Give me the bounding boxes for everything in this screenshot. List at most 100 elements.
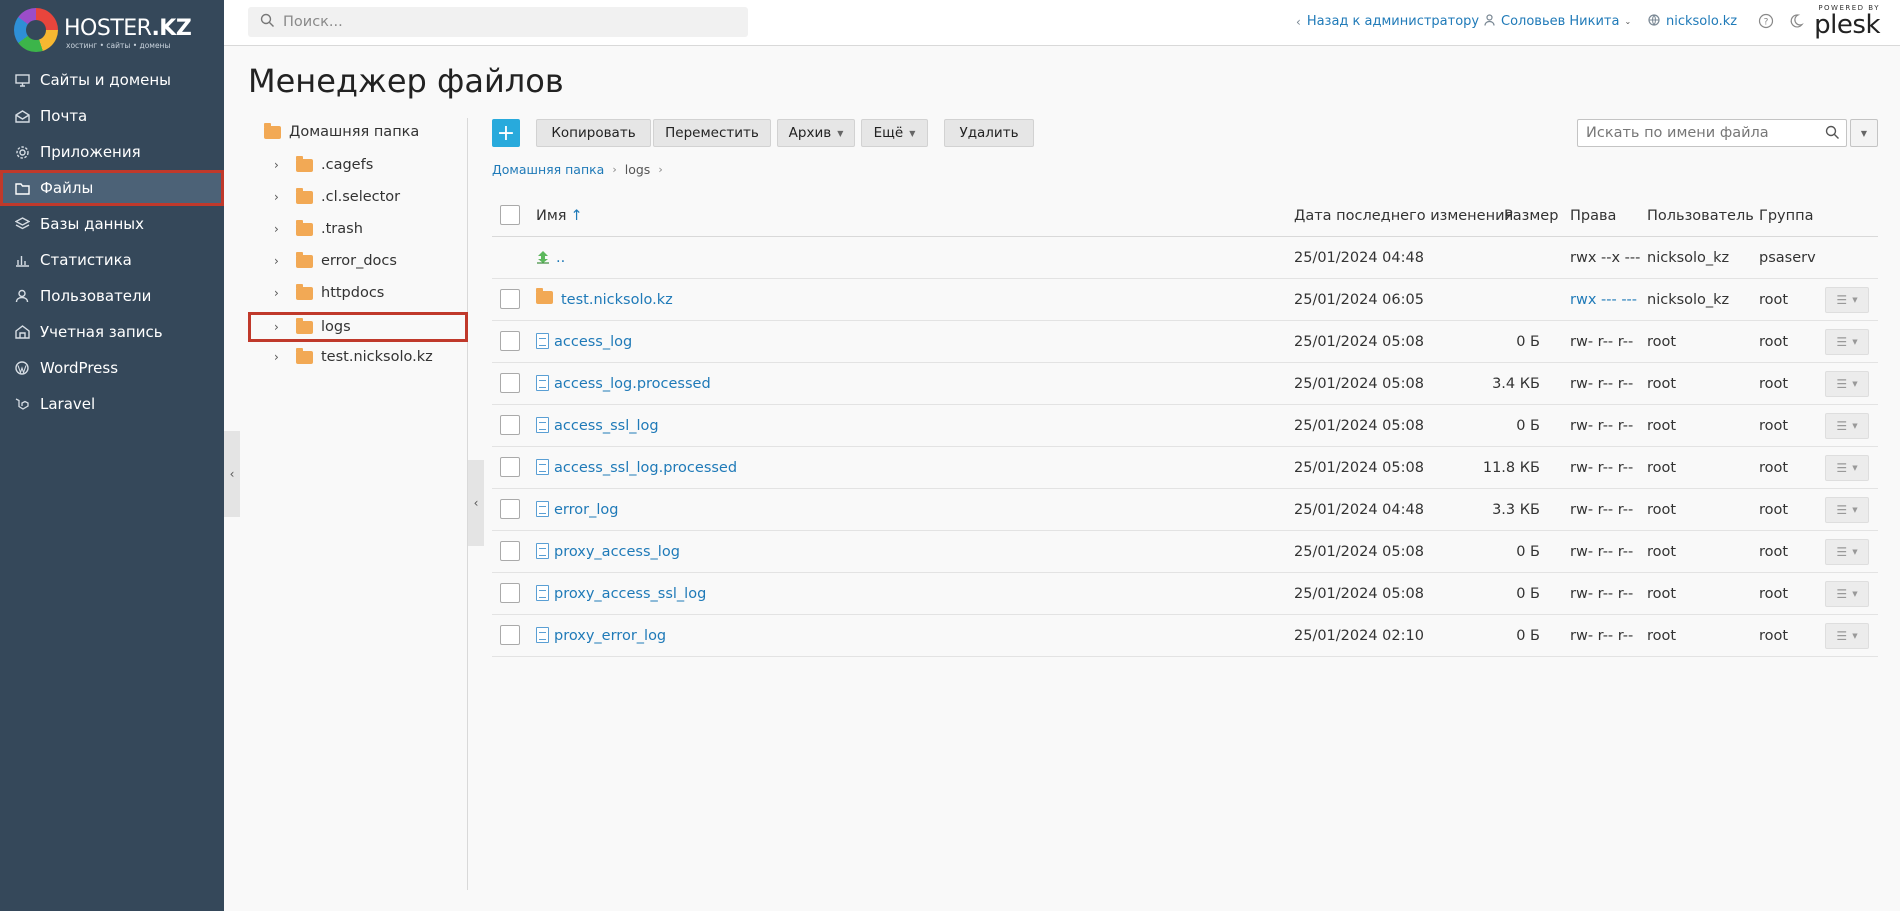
row-name[interactable]: access_log.processed <box>536 375 711 392</box>
sidebar-item-laravel[interactable]: Laravel <box>0 386 224 422</box>
archive-button[interactable]: Архив ▼ <box>777 119 855 147</box>
row-name[interactable]: .. <box>536 250 565 266</box>
row-name[interactable]: proxy_access_log <box>536 543 680 560</box>
tree-root-home[interactable]: Домашняя папка <box>264 122 419 140</box>
row-name[interactable]: proxy_error_log <box>536 627 666 644</box>
sidebar-item-mail[interactable]: Почта <box>0 98 224 134</box>
row-actions-menu[interactable]: ☰ ▼ <box>1825 371 1869 397</box>
row-name[interactable]: error_log <box>536 501 618 518</box>
tree-item-test-nicksolo[interactable]: › test.nicksolo.kz <box>248 342 468 372</box>
row-actions-menu[interactable]: ☰ ▼ <box>1825 581 1869 607</box>
row-checkbox[interactable] <box>500 625 520 645</box>
row-actions-menu[interactable]: ☰ ▼ <box>1825 497 1869 523</box>
monitor-icon <box>14 72 30 88</box>
file-name-link[interactable]: proxy_access_log <box>554 544 680 560</box>
file-name-link[interactable]: error_log <box>554 502 618 518</box>
file-search-input[interactable]: Искать по имени файла <box>1577 119 1847 147</box>
domain-link[interactable]: nicksolo.kz <box>1648 14 1737 29</box>
global-search[interactable]: Поиск... <box>248 7 748 37</box>
table-row[interactable]: access_ssl_log.processed 25/01/2024 05:08… <box>492 447 1878 489</box>
tree-item-error-docs[interactable]: › error_docs <box>248 246 468 276</box>
table-row[interactable]: error_log 25/01/2024 04:48 3.3 КБ rw- r-- r… <box>492 489 1878 531</box>
search-options-dropdown[interactable]: ▼ <box>1850 119 1878 147</box>
tree-item-cl-selector[interactable]: › .cl.selector <box>248 182 468 212</box>
table-row[interactable]: proxy_error_log 25/01/2024 02:10 0 Б rw- r-… <box>492 615 1878 657</box>
theme-toggle-icon[interactable] <box>1788 13 1804 29</box>
delete-button[interactable]: Удалить <box>944 119 1034 147</box>
row-name[interactable]: test.nicksolo.kz <box>536 288 673 308</box>
file-name-link[interactable]: access_ssl_log <box>554 418 659 434</box>
row-name[interactable]: access_ssl_log.processed <box>536 459 737 476</box>
sidebar-item-sites[interactable]: Сайты и домены <box>0 62 224 98</box>
sidebar-item-databases[interactable]: Базы данных <box>0 206 224 242</box>
column-modified[interactable]: Дата последнего изменения <box>1294 208 1513 224</box>
file-name-link[interactable]: .. <box>556 250 565 266</box>
row-checkbox[interactable] <box>500 373 520 393</box>
sidebar-item-apps[interactable]: Приложения <box>0 134 224 170</box>
table-row[interactable]: access_log.processed 25/01/2024 05:08 3.4 … <box>492 363 1878 405</box>
column-group[interactable]: Группа <box>1759 208 1813 224</box>
row-actions-menu[interactable]: ☰ ▼ <box>1825 623 1869 649</box>
row-perms[interactable]: rwx --- --- <box>1570 292 1637 308</box>
column-perms[interactable]: Права <box>1570 208 1616 224</box>
sidebar-item-wordpress[interactable]: WordPress <box>0 350 224 386</box>
tree-item-httpdocs[interactable]: › httpdocs <box>248 278 468 308</box>
row-actions-menu[interactable]: ☰ ▼ <box>1825 287 1869 313</box>
add-button[interactable]: + <box>492 119 520 147</box>
row-checkbox[interactable] <box>500 457 520 477</box>
file-name-link[interactable]: proxy_error_log <box>554 628 666 644</box>
column-user[interactable]: Пользователь <box>1647 208 1754 224</box>
row-checkbox[interactable] <box>500 541 520 561</box>
row-actions-menu[interactable]: ☰ ▼ <box>1825 539 1869 565</box>
row-name[interactable]: proxy_access_ssl_log <box>536 585 706 602</box>
sidebar-item-account[interactable]: Учетная запись <box>0 314 224 350</box>
copy-button[interactable]: Копировать <box>536 119 651 147</box>
table-row[interactable]: access_ssl_log 25/01/2024 05:08 0 Б rw- r--… <box>492 405 1878 447</box>
tree-item-cagefs[interactable]: › .cagefs <box>248 150 468 180</box>
row-user: root <box>1647 417 1677 434</box>
breadcrumb: Домашняя папка › logs › <box>492 162 671 177</box>
tree-item-logs[interactable]: › logs <box>248 312 468 342</box>
help-icon[interactable]: ? <box>1758 13 1774 29</box>
row-checkbox[interactable] <box>500 499 520 519</box>
row-group: root <box>1759 375 1789 392</box>
column-name[interactable]: Имя ↑ <box>536 208 583 224</box>
tree-item-trash[interactable]: › .trash <box>248 214 468 244</box>
file-name-link[interactable]: test.nicksolo.kz <box>561 292 673 308</box>
sidebar-item-users[interactable]: Пользователи <box>0 278 224 314</box>
table-row[interactable]: proxy_access_log 25/01/2024 05:08 0 Б rw- r… <box>492 531 1878 573</box>
table-row[interactable]: proxy_access_ssl_log 25/01/2024 05:08 0 Б r… <box>492 573 1878 615</box>
column-size[interactable]: Размер <box>1504 208 1558 224</box>
file-name-link[interactable]: proxy_access_ssl_log <box>554 586 706 602</box>
more-button[interactable]: Ещё ▼ <box>861 119 928 147</box>
file-name-link[interactable]: access_log <box>554 334 632 350</box>
breadcrumb-home[interactable]: Домашняя папка <box>492 162 604 177</box>
file-name-link[interactable]: access_ssl_log.processed <box>554 460 737 476</box>
table-row[interactable]: access_log 25/01/2024 05:08 0 Б rw- r-- r--… <box>492 321 1878 363</box>
row-checkbox[interactable] <box>500 583 520 603</box>
row-actions-menu[interactable]: ☰ ▼ <box>1825 413 1869 439</box>
sidebar-item-stats[interactable]: Статистика <box>0 242 224 278</box>
row-name[interactable]: access_ssl_log <box>536 417 659 434</box>
file-icon <box>536 333 549 349</box>
row-actions-menu[interactable]: ☰ ▼ <box>1825 455 1869 481</box>
table-row[interactable]: .. 25/01/2024 04:48 rwx --x --- nicksolo_kz… <box>492 237 1878 279</box>
hoster-logo[interactable]: HOSTER.KZ хостинг • сайты • домены <box>14 8 214 54</box>
user-menu[interactable]: Соловьев Никита ⌄ <box>1484 14 1631 29</box>
row-name[interactable]: access_log <box>536 333 632 350</box>
row-perms: rw- r-- r-- <box>1570 543 1634 560</box>
table-row[interactable]: test.nicksolo.kz 25/01/2024 06:05 rwx --- … <box>492 279 1878 321</box>
row-actions-menu[interactable]: ☰ ▼ <box>1825 329 1869 355</box>
row-perms: rwx --x --- <box>1570 249 1641 266</box>
search-icon[interactable] <box>1825 125 1840 144</box>
row-checkbox[interactable] <box>500 289 520 309</box>
row-checkbox[interactable] <box>500 331 520 351</box>
tree-collapse-toggle[interactable]: ‹ <box>468 460 484 546</box>
select-all-checkbox[interactable] <box>500 205 520 225</box>
sidebar-collapse-toggle[interactable]: ‹ <box>224 431 240 517</box>
sidebar-item-files[interactable]: Файлы <box>0 170 224 206</box>
row-checkbox[interactable] <box>500 415 520 435</box>
back-to-admin-link[interactable]: ‹ Назад к администратору <box>1296 14 1479 29</box>
move-button[interactable]: Переместить <box>653 119 771 147</box>
file-name-link[interactable]: access_log.processed <box>554 376 711 392</box>
